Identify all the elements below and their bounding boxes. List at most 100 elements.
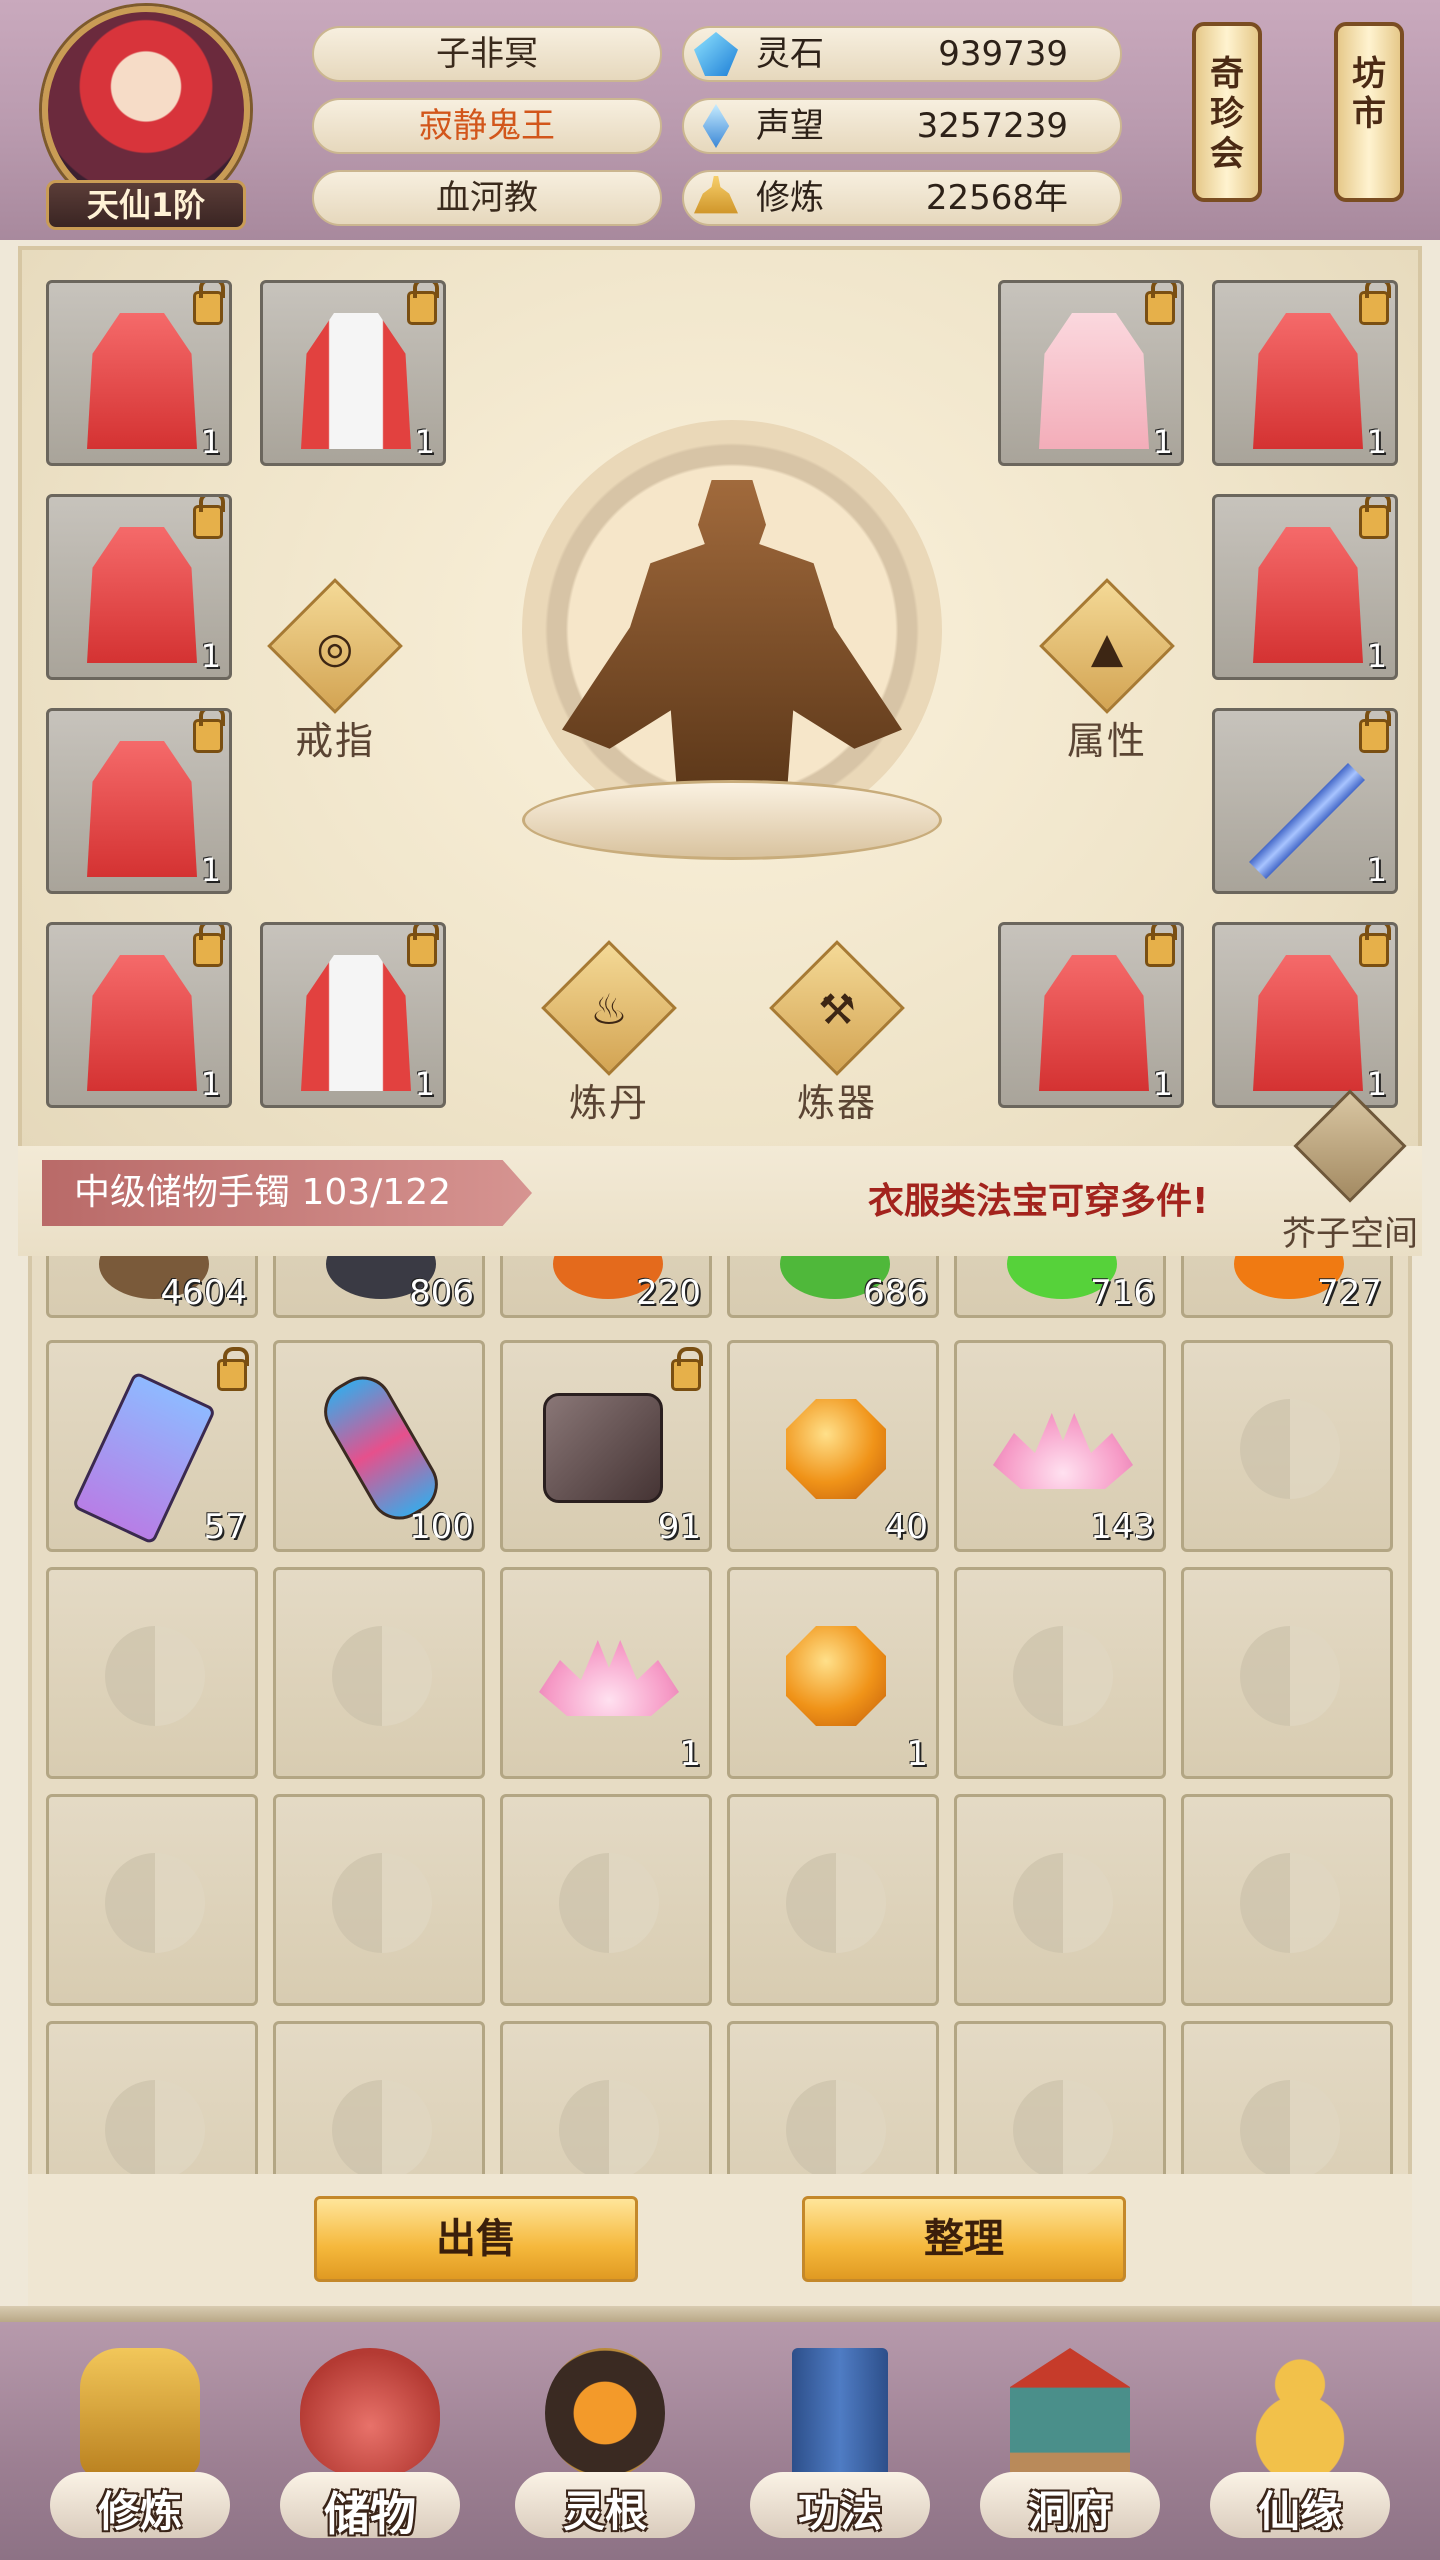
- forge-button[interactable]: ⚒ 炼器: [762, 940, 912, 1130]
- robe-icon: [87, 955, 197, 1091]
- inventory-slot[interactable]: 1: [500, 1567, 712, 1779]
- equip-slot[interactable]: 1: [46, 280, 232, 466]
- inventory-slot[interactable]: 1: [727, 1567, 939, 1779]
- item-count: 57: [203, 1507, 247, 1547]
- inventory-slot[interactable]: 40: [727, 1340, 939, 1552]
- action-bar: 出售 整理: [28, 2174, 1412, 2306]
- inventory-slot-empty[interactable]: [727, 2021, 939, 2174]
- mustard-space-button[interactable]: 芥子空间: [1280, 1089, 1420, 1256]
- yin-yang-icon: [786, 2080, 886, 2174]
- market-button[interactable]: 坊 市: [1334, 22, 1404, 202]
- stat-label: 灵石: [756, 34, 824, 74]
- inventory-slot-empty[interactable]: [46, 1794, 258, 2006]
- robe-icon: [87, 741, 197, 877]
- cauldron-glyph: ♨: [590, 985, 628, 1034]
- inventory-slot-empty[interactable]: [46, 1567, 258, 1779]
- inventory-slot[interactable]: 220: [500, 1256, 712, 1318]
- inventory-slot-empty[interactable]: [1181, 2021, 1393, 2174]
- inventory-slot-empty[interactable]: [273, 1794, 485, 2006]
- equip-slot[interactable]: 1: [260, 280, 446, 466]
- equip-slot[interactable]: 1: [1212, 922, 1398, 1108]
- inventory-slot-empty[interactable]: [1181, 1567, 1393, 1779]
- treasure-fair-button[interactable]: 奇 珍 会: [1192, 22, 1262, 202]
- yin-yang-icon: [1013, 1626, 1113, 1726]
- player-avatar[interactable]: 天仙1阶: [36, 6, 256, 230]
- robe-icon: [87, 527, 197, 663]
- equip-slot[interactable]: 1: [46, 494, 232, 680]
- lotus-icon: [539, 1640, 679, 1716]
- ring-button[interactable]: ◎ 戒指: [260, 578, 410, 768]
- inventory-slot[interactable]: 4604: [46, 1256, 258, 1318]
- equip-slot[interactable]: 1: [1212, 494, 1398, 680]
- alchemy-button[interactable]: ♨ 炼丹: [534, 940, 684, 1130]
- item-count: 40: [884, 1507, 928, 1547]
- inventory-slot-empty[interactable]: [500, 1794, 712, 2006]
- attribute-button[interactable]: ▲ 属性: [1032, 578, 1182, 768]
- lock-icon: [193, 497, 225, 539]
- nav-fate[interactable]: 仙缘: [1190, 2322, 1410, 2560]
- inventory-slot-empty[interactable]: [273, 2021, 485, 2174]
- anvil-glyph: ⚒: [818, 985, 856, 1034]
- equip-slot[interactable]: 1: [260, 922, 446, 1108]
- gourd-icon: [1240, 2348, 1360, 2478]
- inventory-slot[interactable]: 686: [727, 1256, 939, 1318]
- inventory-grid[interactable]: 4604 806 220 686 716 727 57 100 91 40 14…: [28, 1256, 1412, 2174]
- inventory-slot-empty[interactable]: [954, 2021, 1166, 2174]
- lock-icon: [1359, 283, 1391, 325]
- equip-slot[interactable]: 1: [1212, 280, 1398, 466]
- nav-technique[interactable]: 功法: [730, 2322, 950, 2560]
- item-count: 1: [414, 423, 435, 461]
- inventory-slot[interactable]: 57: [46, 1340, 258, 1552]
- inventory-slot-empty[interactable]: [500, 2021, 712, 2174]
- item-count: 1: [1366, 423, 1387, 461]
- item-count: 1: [200, 1065, 221, 1103]
- equip-slot[interactable]: 1: [998, 922, 1184, 1108]
- inventory-slot-empty[interactable]: [46, 2021, 258, 2174]
- book-icon: [792, 2348, 888, 2478]
- inventory-slot[interactable]: 100: [273, 1340, 485, 1552]
- inventory-slot[interactable]: 716: [954, 1256, 1166, 1318]
- sell-button[interactable]: 出售: [314, 2196, 638, 2282]
- item-count: 1: [1152, 1065, 1173, 1103]
- yin-yang-icon: [786, 1853, 886, 1953]
- crystal-icon: [694, 32, 738, 76]
- equip-slot[interactable]: 1: [46, 922, 232, 1108]
- nav-label: 修炼: [97, 2487, 182, 2536]
- equip-slot[interactable]: 1: [46, 708, 232, 894]
- lock-icon: [1145, 925, 1177, 967]
- inventory-slot[interactable]: 143: [954, 1340, 1166, 1552]
- player-title[interactable]: 寂静鬼王: [312, 98, 662, 154]
- stone-tablet-icon: [543, 1393, 663, 1503]
- spirit-stone-stat: 灵石 939739: [682, 26, 1122, 82]
- nav-cave-house[interactable]: 洞府: [960, 2322, 1180, 2560]
- item-count: 1: [200, 637, 221, 675]
- lock-icon: [217, 1347, 249, 1391]
- bottom-nav: 修炼 储物 灵根 功法 洞府 仙缘: [0, 2322, 1440, 2560]
- sort-button[interactable]: 整理: [802, 2196, 1126, 2282]
- inventory-slot[interactable]: 727: [1181, 1256, 1393, 1318]
- inventory-slot-empty[interactable]: [954, 1567, 1166, 1779]
- nav-spirit-root[interactable]: 灵根: [495, 2322, 715, 2560]
- nav-cultivate[interactable]: 修炼: [30, 2322, 250, 2560]
- equip-slot[interactable]: 1: [998, 280, 1184, 466]
- player-sect: 血河教: [312, 170, 662, 226]
- spirit-root-icon: [545, 2348, 665, 2478]
- cultivate-icon: [80, 2348, 200, 2478]
- inventory-slot-empty[interactable]: [1181, 1340, 1393, 1552]
- inventory-slot[interactable]: 91: [500, 1340, 712, 1552]
- storage-capacity-tag[interactable]: 中级储物手镯 103/122: [42, 1160, 532, 1226]
- inventory-slot-empty[interactable]: [954, 1794, 1166, 2006]
- equip-slot[interactable]: 1: [1212, 708, 1398, 894]
- robe-icon: [301, 955, 411, 1091]
- inventory-slot-empty[interactable]: [1181, 1794, 1393, 2006]
- space-label: 芥子空间: [1282, 1214, 1418, 1254]
- character-silhouette: [502, 420, 962, 890]
- item-count: 100: [409, 1507, 474, 1547]
- player-name: 子非冥: [312, 26, 662, 82]
- inventory-slot[interactable]: 806: [273, 1256, 485, 1318]
- inventory-slot-empty[interactable]: [727, 1794, 939, 2006]
- inventory-slot-empty[interactable]: [273, 1567, 485, 1779]
- stat-value: 22568年: [925, 178, 1068, 218]
- yin-yang-icon: [1240, 2080, 1340, 2174]
- nav-storage[interactable]: 储物: [260, 2322, 480, 2560]
